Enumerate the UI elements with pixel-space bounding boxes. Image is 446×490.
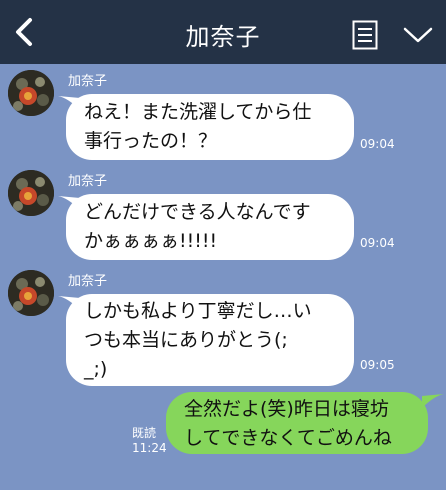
- message-line: 事行ったの！？: [84, 130, 218, 152]
- message-line: してできなくてごめんね: [184, 427, 392, 449]
- avatar-image: [8, 170, 54, 216]
- message-line: しかも私より丁寧だし…い: [84, 300, 312, 322]
- message-line: ねえ！また洗濯してから仕: [84, 101, 312, 123]
- message-bubble[interactable]: しかも私より丁寧だし…い つも本当にありがとう(; _;): [66, 294, 354, 386]
- sender-name: 加奈子: [68, 174, 108, 189]
- avatar[interactable]: [8, 70, 54, 116]
- message-time: 09:04: [360, 137, 395, 151]
- message-line: どんだけできる人なんです: [84, 201, 311, 223]
- sender-name: 加奈子: [68, 74, 108, 89]
- menu-list-icon[interactable]: [352, 20, 378, 50]
- sender-name: 加奈子: [68, 274, 108, 289]
- message-time: 09:05: [360, 358, 395, 372]
- read-receipt: 既読 11:24: [132, 426, 167, 456]
- avatar-image: [8, 270, 54, 316]
- chat-header: 加奈子: [0, 0, 446, 64]
- read-label: 既読: [132, 426, 157, 440]
- message-line: _;): [84, 358, 108, 380]
- message-time: 11:24: [132, 441, 167, 455]
- message-bubble[interactable]: ねえ！また洗濯してから仕 事行ったの！？: [66, 94, 354, 160]
- message-time: 09:04: [360, 236, 395, 250]
- outgoing-message-bubble[interactable]: 全然だよ(笑)昨日は寝坊 してできなくてごめんね: [166, 392, 428, 454]
- message-line: 全然だよ(笑)昨日は寝坊: [184, 398, 389, 420]
- avatar[interactable]: [8, 170, 54, 216]
- message-line: かぁぁぁぁ!!!!!: [84, 230, 218, 252]
- message-line: つも本当にありがとう(;: [84, 329, 288, 351]
- bubble-tail: [422, 394, 444, 408]
- avatar[interactable]: [8, 270, 54, 316]
- chat-area[interactable]: 加奈子 ねえ！また洗濯してから仕 事行ったの！？ 09:04 加奈子 どんだけで…: [0, 64, 446, 490]
- avatar-image: [8, 70, 54, 116]
- message-bubble[interactable]: どんだけできる人なんです かぁぁぁぁ!!!!!: [66, 194, 354, 260]
- chat-title: 加奈子: [185, 23, 261, 51]
- chevron-down-icon[interactable]: [402, 24, 434, 46]
